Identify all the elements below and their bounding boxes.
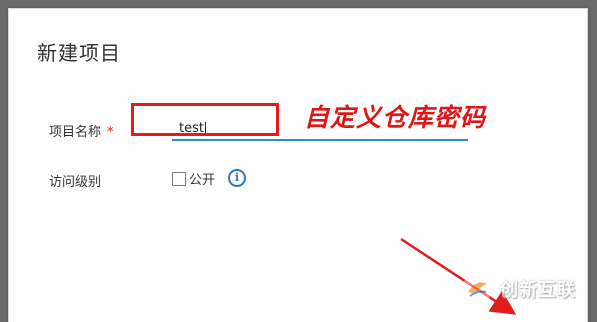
watermark: 创新互联: [460, 272, 576, 306]
watermark-text: 创新互联: [500, 280, 576, 301]
watermark-logo-icon: [462, 274, 492, 304]
screenshot-stage: 新建项目 项目名称 * test 访问级别 公开 i 自定义仓库密码 创新互联: [0, 0, 597, 322]
